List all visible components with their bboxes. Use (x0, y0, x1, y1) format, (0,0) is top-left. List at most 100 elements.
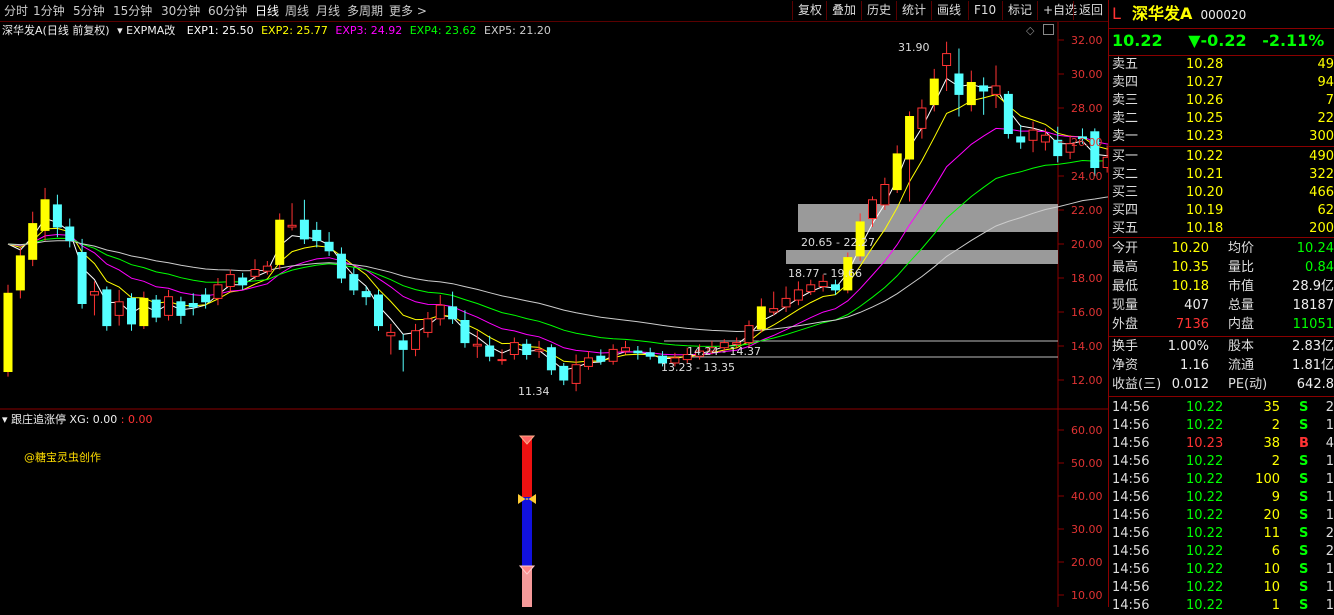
resistance-zone-2 (786, 250, 1058, 264)
stat-value: 18187 (1292, 298, 1334, 313)
signal-bar (518, 435, 536, 607)
candle-body (559, 365, 569, 381)
zone1-label: 20.65 - 22.27 (801, 236, 875, 249)
tick-time: 14:56 (1112, 436, 1150, 451)
stat-value: 10.24 (1296, 241, 1334, 256)
candle-body (472, 343, 482, 347)
ob-price: 10.23 (1186, 129, 1224, 144)
stat-value: 1.00% (1167, 339, 1209, 354)
sell-level-row[interactable]: 卖五 10.28 49 (1112, 56, 1334, 74)
tick-volume: 100 (1255, 472, 1280, 487)
sell-level-row[interactable]: 卖一 10.23 300 (1112, 128, 1334, 146)
candle-body (40, 199, 50, 231)
buy-level-row[interactable]: 买二 10.21 322 (1112, 166, 1334, 184)
candle-body (89, 291, 99, 296)
buy-level-row[interactable]: 买四 10.19 62 (1112, 202, 1334, 220)
candle-body (1053, 139, 1063, 157)
stat-value: 642.8 (1296, 377, 1334, 392)
tick-price: 10.22 (1186, 580, 1224, 595)
sell-level-row[interactable]: 卖四 10.27 94 (1112, 74, 1334, 92)
price-tick-label: 16.00 (1071, 306, 1103, 319)
stat-label: 均价 (1228, 241, 1255, 256)
candle-body (633, 350, 643, 354)
candle-body (201, 294, 211, 303)
tick-direction: S (1299, 454, 1309, 469)
tick-volume: 2 (1271, 454, 1280, 469)
stat-value: 10.35 (1171, 260, 1209, 275)
sell-level-row[interactable]: 卖三 10.26 7 (1112, 92, 1334, 110)
tick-direction: S (1299, 526, 1309, 541)
ob-price: 10.20 (1186, 185, 1224, 200)
candle-body (435, 304, 445, 320)
stat-row: 收益(三) 0.012 PE(动) 642.8 (1112, 376, 1334, 394)
candle-body (164, 296, 174, 316)
tick-row: 14:56 10.22 2 S 1 (1112, 417, 1334, 435)
ob-label: 卖五 (1112, 57, 1139, 72)
candle-body (917, 107, 927, 129)
kline-chart[interactable]: 31.90 11.34 20.65 - 22.27 18.77 - 19.66 … (0, 0, 1108, 607)
candle-body (28, 223, 38, 260)
indicator-panel-name: 跟庄追涨停 (11, 413, 67, 426)
candle-body (744, 325, 754, 344)
ob-price: 10.19 (1186, 203, 1224, 218)
stock-flag: L (1112, 4, 1121, 23)
tick-row: 14:56 10.22 6 S 2 (1112, 543, 1334, 561)
stat-label: 外盘 (1112, 317, 1139, 332)
tick-time: 14:56 (1112, 580, 1150, 595)
candle-body (275, 219, 285, 265)
ob-volume: 7 (1325, 93, 1334, 108)
candle-body (583, 357, 593, 367)
ob-label: 卖四 (1112, 75, 1139, 90)
candle-body (793, 289, 803, 301)
candle-body (287, 224, 297, 228)
ob-price: 10.25 (1186, 111, 1224, 126)
tick-time: 14:56 (1112, 418, 1150, 433)
line2-label: 13.23 - 13.35 (661, 361, 735, 374)
candle-body (460, 320, 470, 344)
stat-value: 7136 (1175, 317, 1209, 332)
ob-label: 卖三 (1112, 93, 1139, 108)
ob-label: 买二 (1112, 167, 1139, 182)
indicator-legend: ▾ 跟庄追涨停 XG: 0.00 : 0.00 (2, 411, 153, 427)
tick-row: 14:56 10.23 38 B 4 (1112, 435, 1334, 453)
stat-row: 今开 10.20 均价 10.24 (1112, 240, 1334, 258)
buy-level-row[interactable]: 买五 10.18 200 (1112, 220, 1334, 238)
signal-bar-red (522, 437, 532, 497)
tick-direction: S (1299, 472, 1309, 487)
candle-body (830, 284, 840, 291)
ind-tick-label: 30.00 (1071, 523, 1103, 536)
tick-volume: 2 (1271, 418, 1280, 433)
buy-level-row[interactable]: 买三 10.20 466 (1112, 184, 1334, 202)
candle-body (448, 306, 458, 320)
tick-row: 14:56 10.22 1 S 1 (1112, 597, 1334, 615)
tick-time: 14:56 (1112, 472, 1150, 487)
candle-body (114, 301, 124, 316)
stat-label: 净资 (1112, 358, 1139, 373)
buy-level-row[interactable]: 买一 10.22 490 (1112, 148, 1334, 166)
candle-body (151, 299, 161, 318)
candle-body (188, 303, 198, 308)
xg-value: XG: 0.00 (69, 413, 118, 426)
indicator-panel-selector[interactable]: ▾ 跟庄追涨停 (2, 413, 66, 426)
stat-value: 0.012 (1171, 377, 1209, 392)
sell-level-row[interactable]: 卖二 10.25 22 (1112, 110, 1334, 128)
tick-row: 14:56 10.22 100 S 1 (1112, 471, 1334, 489)
tick-row: 14:56 10.22 20 S 1 (1112, 507, 1334, 525)
candle-body (102, 289, 112, 327)
tick-direction: S (1299, 418, 1309, 433)
candle-body (361, 291, 371, 298)
candle-body (3, 292, 13, 372)
price-tick-label: 32.00 (1071, 34, 1103, 47)
candle-body (1016, 136, 1026, 143)
tick-time: 14:56 (1112, 454, 1150, 469)
candle-body (546, 347, 556, 371)
candle-body (374, 294, 383, 327)
candle-body (608, 348, 618, 362)
candle-body (868, 199, 877, 220)
stock-code: 000020 (1200, 8, 1247, 22)
candle-body (336, 253, 346, 279)
zone2-label: 18.77 - 19.66 (788, 267, 862, 280)
ob-label: 买一 (1112, 149, 1139, 164)
candle-body (806, 284, 816, 293)
candle-body (966, 82, 976, 106)
